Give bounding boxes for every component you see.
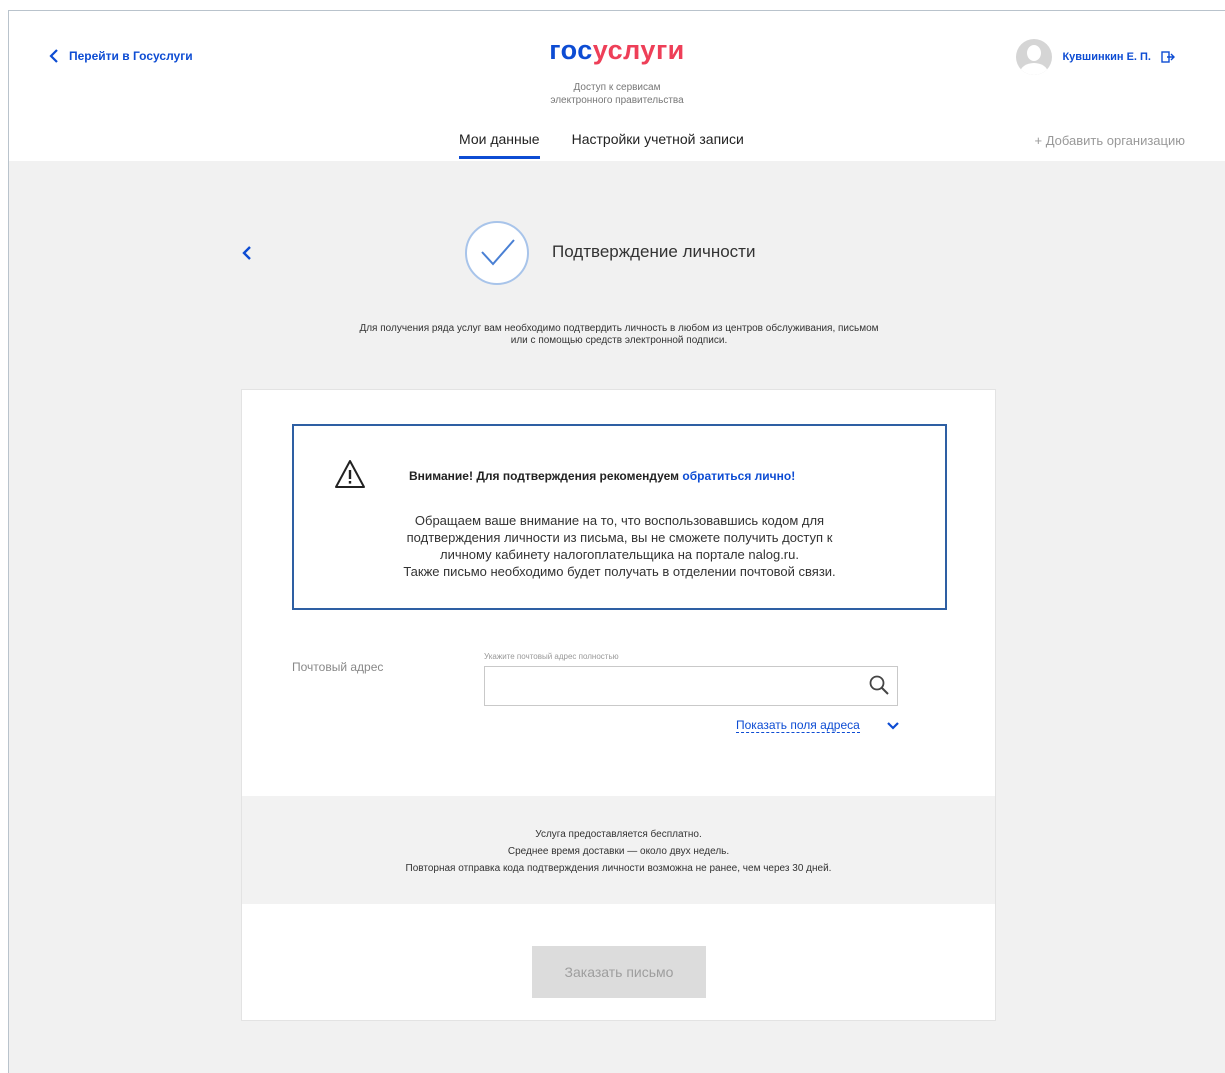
visit-in-person-link[interactable]: обратиться лично! bbox=[682, 469, 795, 483]
logo-subtitle: Доступ к сервисам электронного правитель… bbox=[9, 81, 1225, 107]
alert-body-line3: личному кабинету налогоплательщика на по… bbox=[440, 547, 799, 562]
logo-subtitle-line1: Доступ к сервисам bbox=[573, 82, 661, 93]
alert-body: Обращаем ваше внимание на то, что воспол… bbox=[334, 512, 905, 580]
logout-icon[interactable] bbox=[1161, 51, 1175, 63]
user-name[interactable]: Кувшинкин Е. П. bbox=[1062, 51, 1151, 63]
page-frame: Перейти в Госуслуги госуслуги Доступ к с… bbox=[8, 10, 1225, 1073]
user-menu[interactable]: Кувшинкин Е. П. bbox=[1016, 39, 1175, 75]
alert-heading: Внимание! Для подтверждения рекомендуем … bbox=[409, 469, 795, 483]
chevron-down-icon[interactable] bbox=[886, 720, 900, 732]
alert-body-line4: Также письмо необходимо будет получать в… bbox=[403, 564, 836, 579]
tab-account-settings[interactable]: Настройки учетной записи bbox=[572, 131, 744, 159]
search-icon[interactable] bbox=[868, 674, 890, 696]
alert-body-line2: подтверждения личности из письма, вы не … bbox=[406, 530, 833, 545]
page-title: Подтверждение личности bbox=[552, 242, 756, 261]
order-letter-button[interactable]: Заказать письмо bbox=[532, 946, 706, 998]
info-line2: Среднее время доставки — около двух неде… bbox=[507, 846, 730, 857]
warning-alert: Внимание! Для подтверждения рекомендуем … bbox=[292, 424, 947, 610]
intro-line2: или с помощью средств электронной подпис… bbox=[510, 335, 728, 346]
verification-card: Внимание! Для подтверждения рекомендуем … bbox=[241, 389, 996, 1021]
add-organization-link[interactable]: + Добавить организацию bbox=[1034, 133, 1185, 148]
logo-part-gos: гос bbox=[549, 35, 593, 65]
info-line3: Повторная отправка кода подтверждения ли… bbox=[405, 863, 832, 874]
header: Перейти в Госуслуги госуслуги Доступ к с… bbox=[9, 11, 1225, 161]
tabs: Мои данные Настройки учетной записи bbox=[459, 131, 744, 159]
back-arrow-icon[interactable] bbox=[239, 243, 255, 263]
info-line1: Услуга предоставляется бесплатно. bbox=[535, 829, 702, 840]
avatar[interactable] bbox=[1016, 39, 1053, 75]
logo-part-uslugi: услуги bbox=[592, 35, 685, 65]
alert-heading-text: Внимание! Для подтверждения рекомендуем bbox=[409, 469, 683, 483]
tab-my-data[interactable]: Мои данные bbox=[459, 131, 540, 159]
show-address-fields-link[interactable]: Показать поля адреса bbox=[736, 718, 860, 733]
verification-check-badge bbox=[465, 221, 529, 285]
intro-text: Для получения ряда услуг вам необходимо … bbox=[284, 323, 954, 347]
service-info: Услуга предоставляется бесплатно. Средне… bbox=[242, 796, 995, 904]
postal-address-input[interactable] bbox=[484, 666, 898, 706]
postal-address-hint: Укажите почтовый адрес полностью bbox=[484, 652, 619, 661]
postal-address-label: Почтовый адрес bbox=[292, 660, 384, 674]
checkmark-icon bbox=[481, 239, 515, 266]
intro-line1: Для получения ряда услуг вам необходимо … bbox=[359, 323, 879, 334]
alert-body-line1: Обращаем ваше внимание на то, что воспол… bbox=[414, 513, 825, 528]
logo-subtitle-line2: электронного правительства bbox=[550, 95, 684, 106]
warning-triangle-icon bbox=[335, 460, 365, 488]
